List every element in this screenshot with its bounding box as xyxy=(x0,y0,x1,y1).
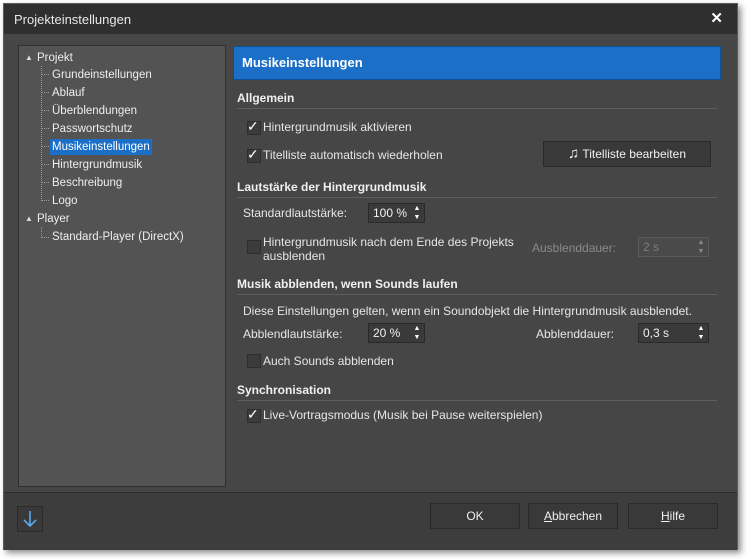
tree-guide xyxy=(41,200,49,201)
dialog-window: Projekteinstellungen ✕ ▲ Projekt Grundei… xyxy=(3,3,738,550)
fadeout-duration-value: 2 s xyxy=(643,240,660,254)
section-divider xyxy=(237,294,717,295)
checkbox-background-music-label[interactable]: Hintergrundmusik aktivieren xyxy=(263,120,412,134)
section-volume-title: Lautstärke der Hintergrundmusik xyxy=(237,180,427,194)
cancel-button-label: bbrechen xyxy=(551,509,603,523)
tree-item-standard-player[interactable]: Standard-Player (DirectX) xyxy=(50,229,186,245)
tree-item-passwortschutz[interactable]: Passwortschutz xyxy=(50,121,135,137)
spinner-arrows-icon[interactable]: ▲ ▼ xyxy=(412,204,422,222)
duck-duration-label: Abblenddauer: xyxy=(536,327,615,341)
tree-guide xyxy=(41,110,49,111)
duck-duration-value[interactable]: 0,3 s xyxy=(643,326,669,340)
arrow-down-icon xyxy=(23,511,37,528)
section-duck-title: Musik abblenden, wenn Sounds laufen xyxy=(237,277,458,291)
tree-guide xyxy=(41,92,49,93)
checkbox-duck-sounds[interactable] xyxy=(247,354,261,368)
panel-header: Musikeinstellungen xyxy=(233,46,721,80)
check-icon: ✓ xyxy=(247,118,259,134)
tree-item-beschreibung[interactable]: Beschreibung xyxy=(50,175,124,191)
duck-volume-spinner[interactable]: 20 % ▲ ▼ xyxy=(368,323,425,343)
tree-guide xyxy=(41,237,49,238)
fadeout-duration-label: Ausblenddauer: xyxy=(532,241,617,255)
expand-project-icon[interactable]: ▲ xyxy=(25,53,33,62)
tree-item-ablauf[interactable]: Ablauf xyxy=(50,85,87,101)
edit-titlelist-button[interactable]: ♫ Titelliste bearbeiten xyxy=(543,141,711,167)
spinner-arrows-icon: ▲ ▼ xyxy=(697,239,705,255)
section-allgemein-title: Allgemein xyxy=(237,91,295,105)
help-button-label: ilfe xyxy=(669,509,685,523)
checkbox-live-mode-label[interactable]: Live-Vortragsmodus (Musik bei Pause weit… xyxy=(263,408,542,422)
checkbox-fade-out-end[interactable] xyxy=(247,240,261,254)
duck-duration-spinner[interactable]: 0,3 s ▲ ▼ xyxy=(638,323,709,343)
tree-guide xyxy=(41,74,49,75)
tree-item-hintergrundmusik[interactable]: Hintergrundmusik xyxy=(50,157,144,173)
title-bar[interactable]: Projekteinstellungen ✕ xyxy=(4,4,737,34)
edit-titlelist-button-label: Titelliste bearbeiten xyxy=(582,147,686,161)
fadeout-duration-spinner: 2 s ▲ ▼ xyxy=(638,237,709,257)
tree-item-ueberblendungen[interactable]: Überblendungen xyxy=(50,103,139,119)
settings-tree[interactable]: ▲ Projekt Grundeinstellungen Ablauf Über… xyxy=(18,45,226,487)
tree-item-player[interactable]: Player xyxy=(35,211,72,227)
cancel-accelerator: A xyxy=(543,509,552,523)
expand-player-icon[interactable]: ▲ xyxy=(25,214,33,223)
music-note-icon: ♫ xyxy=(568,145,580,162)
checkbox-duck-sounds-label[interactable]: Auch Sounds abblenden xyxy=(263,354,394,368)
checkbox-fade-out-end-label-2[interactable]: ausblenden xyxy=(263,249,325,263)
checkbox-repeat-titlelist[interactable]: ✓ xyxy=(247,146,261,163)
checkbox-background-music[interactable]: ✓ xyxy=(247,118,261,135)
tree-item-logo[interactable]: Logo xyxy=(50,193,80,209)
move-down-button[interactable] xyxy=(17,506,43,532)
tree-guide xyxy=(41,164,49,165)
duck-volume-value[interactable]: 20 % xyxy=(373,326,400,340)
check-icon: ✓ xyxy=(247,146,259,162)
standard-volume-spinner[interactable]: 100 % ▲ ▼ xyxy=(368,203,425,223)
cancel-button[interactable]: Abbrechen xyxy=(528,503,618,529)
tree-item-grundeinstellungen[interactable]: Grundeinstellungen xyxy=(50,67,154,83)
tree-guide xyxy=(41,182,49,183)
close-icon[interactable]: ✕ xyxy=(710,9,723,27)
spinner-arrows-icon[interactable]: ▲ ▼ xyxy=(412,324,422,342)
duck-volume-label: Abblendlautstärke: xyxy=(243,327,343,341)
tree-guide xyxy=(41,66,42,201)
tree-item-musikeinstellungen[interactable]: Musikeinstellungen xyxy=(50,139,152,155)
standard-volume-value[interactable]: 100 % xyxy=(373,206,407,220)
tree-item-projekt[interactable]: Projekt xyxy=(35,50,75,66)
tree-guide xyxy=(41,128,49,129)
section-divider xyxy=(237,197,717,198)
duck-description: Diese Einstellungen gelten, wenn ein Sou… xyxy=(243,304,692,318)
checkbox-repeat-titlelist-label[interactable]: Titelliste automatisch wiederholen xyxy=(263,148,443,162)
tree-guide xyxy=(41,146,49,147)
panel-header-title: Musikeinstellungen xyxy=(242,55,363,70)
spinner-arrows-icon[interactable]: ▲ ▼ xyxy=(696,324,706,342)
help-button[interactable]: Hilfe xyxy=(628,503,718,529)
section-sync-title: Synchronisation xyxy=(237,383,332,397)
window-title: Projekteinstellungen xyxy=(14,12,132,27)
checkbox-live-mode[interactable]: ✓ xyxy=(247,406,261,423)
section-divider xyxy=(237,400,717,401)
section-divider xyxy=(237,108,717,109)
help-accelerator: H xyxy=(660,509,670,523)
check-icon: ✓ xyxy=(247,406,259,422)
checkbox-fade-out-end-label-1[interactable]: Hintergrundmusik nach dem Ende des Proje… xyxy=(263,235,514,249)
standard-volume-label: Standardlautstärke: xyxy=(243,206,348,220)
ok-button[interactable]: OK xyxy=(430,503,520,529)
